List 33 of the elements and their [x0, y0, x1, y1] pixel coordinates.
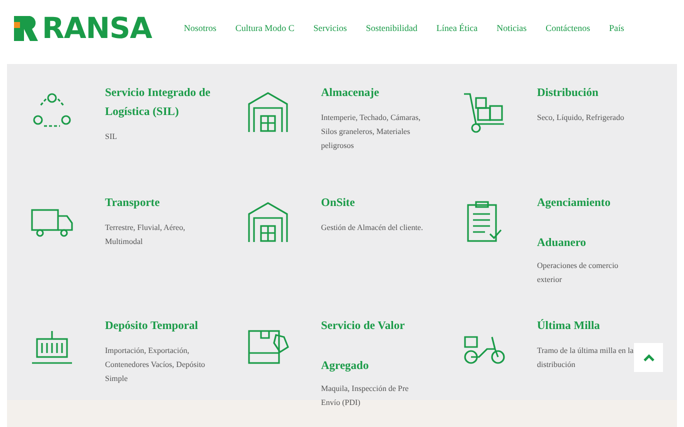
nav-link[interactable]: Nosotros: [184, 22, 216, 36]
nav-link[interactable]: Noticias: [496, 22, 527, 36]
service-description: SIL: [105, 131, 118, 143]
nav-link[interactable]: Contáctenos: [546, 22, 590, 36]
caret-up-icon: [642, 354, 654, 362]
service-title[interactable]: Servicio de Valor Agregado: [321, 306, 427, 386]
service-title[interactable]: Almacenaje: [321, 84, 427, 103]
warehouse-icon: [246, 90, 290, 134]
service-description: Importación, Exportación, Contenedores Vacíos, Depósito Simple: [105, 345, 206, 385]
service-title[interactable]: Agenciamiento Aduanero: [537, 183, 643, 263]
service-description: Tramo de la última milla en la distribución: [537, 345, 635, 371]
service-description: Seco, Líquido, Refrigerado: [537, 112, 626, 124]
nav-link[interactable]: Cultura Modo C: [235, 22, 294, 36]
logo-text[interactable]: RANSA: [42, 14, 152, 43]
scroll-top-button[interactable]: [634, 343, 663, 372]
service-title[interactable]: Servicio Integrado de Logística (SIL): [105, 84, 211, 122]
service-description: Gestión de Almacén del cliente.: [321, 222, 424, 234]
service-title[interactable]: Última Milla: [537, 317, 643, 336]
service-title[interactable]: OnSite: [321, 194, 427, 213]
nav-link[interactable]: Línea Ética: [436, 22, 478, 36]
service-description: Intemperie, Techado, Cámaras, Silos graneleros, Materiales peligrosos: [321, 112, 422, 152]
service-description: Operaciones de comercio exterior: [537, 260, 620, 286]
service-description: Maquila, Inspección de Pre Envío (PDI): [321, 383, 410, 409]
service-title[interactable]: Transporte: [105, 194, 211, 213]
hand-truck-icon: [462, 90, 506, 134]
service-description: Terrestre, Fluvial, Aéreo, Multimodal: [105, 222, 186, 248]
nav-link[interactable]: Sostenibilidad: [366, 22, 418, 36]
logo-icon: [14, 16, 38, 41]
service-title[interactable]: Distribución: [537, 84, 643, 103]
service-title[interactable]: Depósito Temporal: [105, 317, 211, 336]
nav-link[interactable]: País: [609, 22, 624, 36]
nav-link[interactable]: Servicios: [313, 22, 347, 36]
warehouse-icon: [246, 200, 290, 244]
